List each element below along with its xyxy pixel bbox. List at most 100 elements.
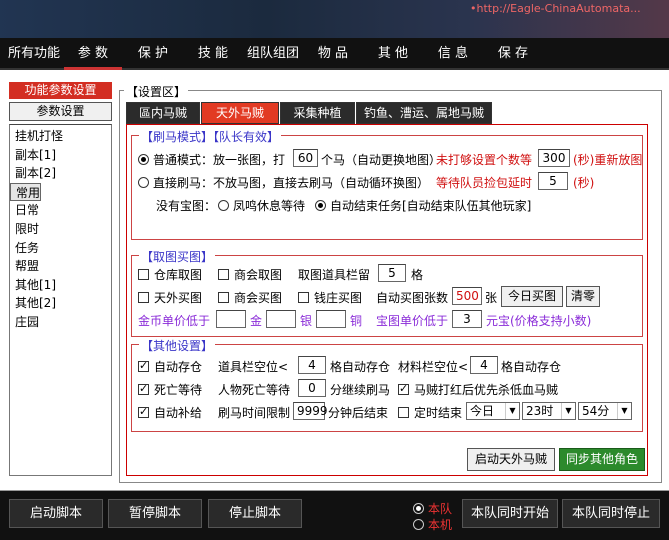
direct-mode-option[interactable]: 直接刷马：不放马图，直接去刷马（自动循环换图） <box>138 174 429 191</box>
loot-delay-input[interactable]: 5 <box>538 172 568 190</box>
sidebar-item[interactable]: 副本[2] <box>10 164 111 183</box>
checkbox-icon[interactable] <box>298 292 309 303</box>
team-start-button[interactable]: 本队同时开始 <box>462 499 558 528</box>
warehouse-checkbox[interactable]: 仓库取图 <box>138 266 202 283</box>
tab-other[interactable]: 其 他 <box>364 38 422 70</box>
chevron-down-icon[interactable]: ▼ <box>561 403 575 419</box>
normal-mode-option[interactable]: 普通模式：放一张图，打 <box>138 151 285 168</box>
tab-inner-bandits[interactable]: 區内马贼 <box>126 102 200 124</box>
radio-selected-icon[interactable] <box>413 503 424 514</box>
radio-icon[interactable] <box>138 177 149 188</box>
auto-supply-checkbox[interactable]: 自动补给 <box>138 404 202 421</box>
auto-store-checkbox[interactable]: 自动存仓 <box>138 358 202 375</box>
checkbox-icon[interactable] <box>398 407 409 418</box>
yuanbao-input[interactable]: 3 <box>452 310 482 328</box>
tab-gather-plant[interactable]: 采集种植 <box>280 102 355 124</box>
clear-button[interactable]: 清零 <box>566 286 600 307</box>
item-slot-input[interactable]: 5 <box>378 264 406 282</box>
day-select[interactable]: 今日 ▼ <box>466 402 520 420</box>
auto-end-option[interactable]: 自动结束任务[自动结束队伍其他玩家] <box>315 197 531 214</box>
death-wait-input[interactable]: 0 <box>298 379 326 397</box>
auto-count-input[interactable]: 500 <box>452 287 482 305</box>
reset-wait-input[interactable]: 300 <box>538 149 570 167</box>
tab-protect[interactable]: 保 护 <box>124 38 182 70</box>
silver-input[interactable] <box>266 310 296 328</box>
tab-skills[interactable]: 技 能 <box>184 38 242 70</box>
day-select-value: 今日 <box>470 404 495 418</box>
tab-save[interactable]: 保 存 <box>484 38 542 70</box>
warehouse-label: 仓库取图 <box>154 268 203 282</box>
silver-unit: 银 <box>300 314 313 328</box>
material-slot-label: 材料栏空位< <box>398 360 469 374</box>
money-buy-checkbox[interactable]: 钱庄买图 <box>298 289 362 306</box>
hour-select[interactable]: 23时 ▼ <box>522 402 576 420</box>
horse-count-input[interactable]: 60 <box>293 149 318 167</box>
checkbox-icon[interactable] <box>218 269 229 280</box>
local-radio[interactable]: 本机 <box>413 516 452 533</box>
sidebar-item-selected[interactable]: 常用 <box>10 182 42 202</box>
team-stop-button[interactable]: 本队同时停止 <box>562 499 660 528</box>
item-slot-label: 取图道具栏留 <box>298 268 371 282</box>
radio-selected-icon[interactable] <box>315 200 326 211</box>
param-settings-button[interactable]: 参数设置 <box>9 102 112 121</box>
tab-panel: 【刷马模式】【队长有效】 普通模式：放一张图，打 60 个马（自动更换地图） 未… <box>126 124 648 476</box>
radio-icon[interactable] <box>218 200 229 211</box>
rest-wait-option[interactable]: 凤鸣休息等待 <box>218 197 305 214</box>
checkbox-checked-icon[interactable] <box>398 382 409 395</box>
checkbox-icon[interactable] <box>138 292 149 303</box>
timed-end-checkbox[interactable]: 定时结束 <box>398 404 462 421</box>
item-slot-input[interactable]: 4 <box>298 356 326 374</box>
sync-roles-button[interactable]: 同步其他角色 <box>559 448 645 471</box>
stop-script-button[interactable]: 停止脚本 <box>208 499 302 528</box>
gold-unit: 金 <box>250 314 263 328</box>
tab-items[interactable]: 物 品 <box>304 38 362 70</box>
mode-group-title: 【刷马模式】【队长有效】 <box>139 128 282 145</box>
item-slot-suffix: 格 <box>411 268 424 282</box>
guild-buy-checkbox[interactable]: 商会买图 <box>218 289 282 306</box>
tab-fishing-transport[interactable]: 钓鱼、漕运、属地马贼 <box>356 102 492 124</box>
checkbox-checked-icon[interactable] <box>138 405 149 418</box>
item-slot-label: 道具栏空位< <box>218 360 289 374</box>
sidebar-item[interactable]: 庄园 <box>10 313 111 332</box>
material-slot-input[interactable]: 4 <box>470 356 498 374</box>
sidebar-item[interactable]: 挂机打怪 <box>10 127 111 146</box>
sidebar-item[interactable]: 任务 <box>10 239 111 258</box>
guild-take-checkbox[interactable]: 商会取图 <box>218 266 282 283</box>
reset-wait-suffix: (秒)重新放图 <box>573 153 643 167</box>
start-tianwai-button[interactable]: 启动天外马贼 <box>467 448 555 471</box>
radio-icon[interactable] <box>413 519 424 530</box>
tab-outer-bandits[interactable]: 天外马贼 <box>201 102 279 124</box>
tab-team[interactable]: 组队组团 <box>244 38 302 70</box>
yuanbao-price-label: 宝图单价低于 <box>376 314 449 328</box>
sidebar-item[interactable]: 限时 <box>10 220 111 239</box>
tab-all-functions[interactable]: 所有功能 <box>6 38 62 70</box>
tab-info[interactable]: 信 息 <box>424 38 482 70</box>
start-script-button[interactable]: 启动脚本 <box>9 499 103 528</box>
chevron-down-icon[interactable]: ▼ <box>505 403 519 419</box>
guild-take-label: 商会取图 <box>234 268 283 282</box>
team-radio[interactable]: 本队 <box>413 500 452 517</box>
checkbox-checked-icon[interactable] <box>138 382 149 395</box>
kill-low-hp-checkbox[interactable]: 马贼打红后优先杀低血马贼 <box>398 381 558 398</box>
copper-input[interactable] <box>316 310 346 328</box>
direct-mode-label: 直接刷马：不放马图，直接去刷马（自动循环换图） <box>153 176 430 190</box>
checkbox-icon[interactable] <box>138 269 149 280</box>
gold-input[interactable] <box>216 310 246 328</box>
sidebar-item[interactable]: 其他[1] <box>10 276 111 295</box>
today-buy-button[interactable]: 今日买图 <box>501 286 563 307</box>
minute-select[interactable]: 54分 ▼ <box>578 402 632 420</box>
time-limit-input[interactable]: 9999 <box>293 402 328 420</box>
sidebar-item[interactable]: 帮盟 <box>10 257 111 276</box>
death-wait-checkbox[interactable]: 死亡等待 <box>138 381 202 398</box>
radio-selected-icon[interactable] <box>138 154 149 165</box>
checkbox-icon[interactable] <box>218 292 229 303</box>
sidebar-item[interactable]: 副本[1] <box>10 146 111 165</box>
tab-params[interactable]: 参 数 <box>64 38 122 70</box>
settings-title: 【设置区】 <box>124 83 189 100</box>
sidebar-item[interactable]: 其他[2] <box>10 294 111 313</box>
chevron-down-icon[interactable]: ▼ <box>617 403 631 419</box>
tianwai-buy-checkbox[interactable]: 天外买图 <box>138 289 202 306</box>
sidebar-item[interactable]: 日常 <box>10 201 111 220</box>
pause-script-button[interactable]: 暂停脚本 <box>108 499 202 528</box>
checkbox-checked-icon[interactable] <box>138 359 149 372</box>
